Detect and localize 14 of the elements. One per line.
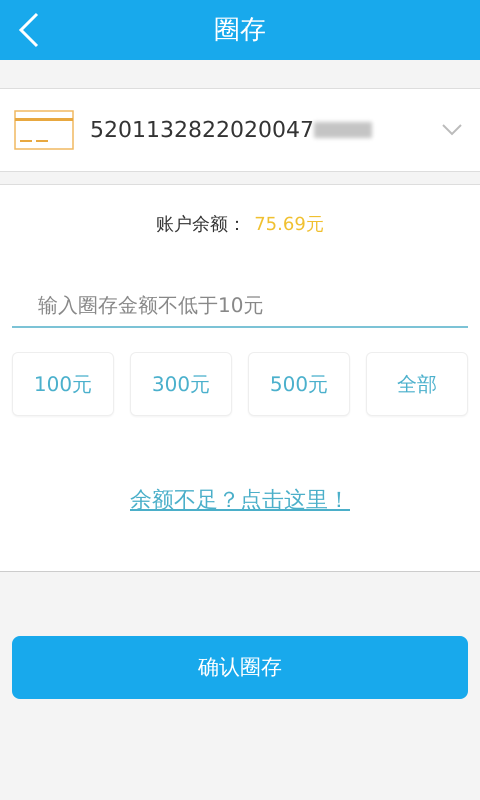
page-title: 圈存 xyxy=(214,14,266,46)
balance-label: 账户余额： xyxy=(156,214,246,235)
chevron-down-icon xyxy=(442,124,462,136)
card-selector[interactable]: 5201132822020047 xyxy=(0,88,480,172)
confirm-button[interactable]: 确认圈存 xyxy=(12,636,468,699)
card-number: 5201132822020047 xyxy=(90,116,314,144)
top-up-link[interactable]: 余额不足？点击这里！ xyxy=(130,488,350,513)
amount-option[interactable]: 500元 xyxy=(248,352,350,416)
bank-card-icon xyxy=(14,110,74,150)
back-icon xyxy=(18,12,40,48)
balance-value: 75.69元 xyxy=(254,214,324,235)
amount-option[interactable]: 100元 xyxy=(12,352,114,416)
amount-option[interactable]: 300元 xyxy=(130,352,232,416)
amount-option[interactable]: 全部 xyxy=(366,352,468,416)
